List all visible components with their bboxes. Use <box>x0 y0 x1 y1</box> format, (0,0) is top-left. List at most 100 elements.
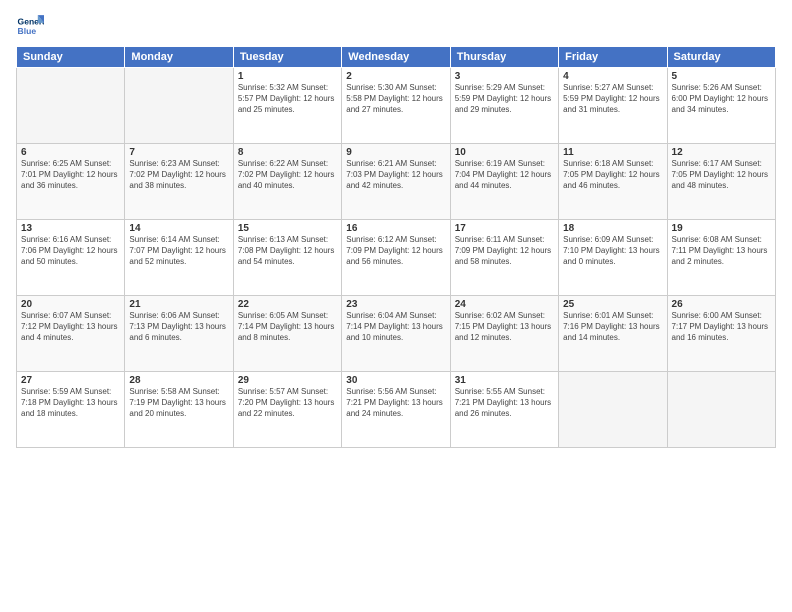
day-info: Sunrise: 6:02 AM Sunset: 7:15 PM Dayligh… <box>455 311 554 343</box>
calendar-cell: 7Sunrise: 6:23 AM Sunset: 7:02 PM Daylig… <box>125 144 233 220</box>
day-info: Sunrise: 5:29 AM Sunset: 5:59 PM Dayligh… <box>455 83 554 115</box>
calendar-cell: 8Sunrise: 6:22 AM Sunset: 7:02 PM Daylig… <box>233 144 341 220</box>
calendar-cell: 29Sunrise: 5:57 AM Sunset: 7:20 PM Dayli… <box>233 372 341 448</box>
day-info: Sunrise: 6:08 AM Sunset: 7:11 PM Dayligh… <box>672 235 771 267</box>
calendar-week-2: 6Sunrise: 6:25 AM Sunset: 7:01 PM Daylig… <box>17 144 776 220</box>
svg-text:Blue: Blue <box>18 26 37 36</box>
day-info: Sunrise: 5:59 AM Sunset: 7:18 PM Dayligh… <box>21 387 120 419</box>
calendar-cell: 2Sunrise: 5:30 AM Sunset: 5:58 PM Daylig… <box>342 68 450 144</box>
day-info: Sunrise: 6:18 AM Sunset: 7:05 PM Dayligh… <box>563 159 662 191</box>
day-number: 5 <box>672 71 771 82</box>
day-header-sunday: Sunday <box>17 47 125 68</box>
day-number: 24 <box>455 299 554 310</box>
day-info: Sunrise: 6:23 AM Sunset: 7:02 PM Dayligh… <box>129 159 228 191</box>
day-number: 27 <box>21 375 120 386</box>
logo: General Blue <box>16 12 44 40</box>
day-info: Sunrise: 6:07 AM Sunset: 7:12 PM Dayligh… <box>21 311 120 343</box>
day-number: 20 <box>21 299 120 310</box>
day-info: Sunrise: 6:05 AM Sunset: 7:14 PM Dayligh… <box>238 311 337 343</box>
day-number: 15 <box>238 223 337 234</box>
day-info: Sunrise: 6:01 AM Sunset: 7:16 PM Dayligh… <box>563 311 662 343</box>
day-number: 16 <box>346 223 445 234</box>
calendar-table: SundayMondayTuesdayWednesdayThursdayFrid… <box>16 46 776 448</box>
day-info: Sunrise: 5:30 AM Sunset: 5:58 PM Dayligh… <box>346 83 445 115</box>
day-info: Sunrise: 5:56 AM Sunset: 7:21 PM Dayligh… <box>346 387 445 419</box>
calendar-cell: 9Sunrise: 6:21 AM Sunset: 7:03 PM Daylig… <box>342 144 450 220</box>
day-number: 10 <box>455 147 554 158</box>
calendar-week-5: 27Sunrise: 5:59 AM Sunset: 7:18 PM Dayli… <box>17 372 776 448</box>
day-number: 6 <box>21 147 120 158</box>
calendar-cell <box>667 372 775 448</box>
calendar-cell: 24Sunrise: 6:02 AM Sunset: 7:15 PM Dayli… <box>450 296 558 372</box>
calendar-week-4: 20Sunrise: 6:07 AM Sunset: 7:12 PM Dayli… <box>17 296 776 372</box>
calendar-cell: 16Sunrise: 6:12 AM Sunset: 7:09 PM Dayli… <box>342 220 450 296</box>
day-number: 14 <box>129 223 228 234</box>
day-info: Sunrise: 6:17 AM Sunset: 7:05 PM Dayligh… <box>672 159 771 191</box>
calendar-cell: 31Sunrise: 5:55 AM Sunset: 7:21 PM Dayli… <box>450 372 558 448</box>
day-number: 4 <box>563 71 662 82</box>
day-info: Sunrise: 6:04 AM Sunset: 7:14 PM Dayligh… <box>346 311 445 343</box>
calendar-cell: 5Sunrise: 5:26 AM Sunset: 6:00 PM Daylig… <box>667 68 775 144</box>
day-number: 21 <box>129 299 228 310</box>
calendar-cell: 26Sunrise: 6:00 AM Sunset: 7:17 PM Dayli… <box>667 296 775 372</box>
day-header-thursday: Thursday <box>450 47 558 68</box>
calendar-cell: 11Sunrise: 6:18 AM Sunset: 7:05 PM Dayli… <box>559 144 667 220</box>
day-header-friday: Friday <box>559 47 667 68</box>
day-header-wednesday: Wednesday <box>342 47 450 68</box>
calendar-cell: 15Sunrise: 6:13 AM Sunset: 7:08 PM Dayli… <box>233 220 341 296</box>
calendar-cell: 21Sunrise: 6:06 AM Sunset: 7:13 PM Dayli… <box>125 296 233 372</box>
calendar-cell: 30Sunrise: 5:56 AM Sunset: 7:21 PM Dayli… <box>342 372 450 448</box>
calendar-cell: 6Sunrise: 6:25 AM Sunset: 7:01 PM Daylig… <box>17 144 125 220</box>
header-row: General Blue <box>16 12 776 40</box>
day-number: 29 <box>238 375 337 386</box>
day-number: 25 <box>563 299 662 310</box>
day-info: Sunrise: 6:25 AM Sunset: 7:01 PM Dayligh… <box>21 159 120 191</box>
calendar-cell: 27Sunrise: 5:59 AM Sunset: 7:18 PM Dayli… <box>17 372 125 448</box>
calendar-cell: 23Sunrise: 6:04 AM Sunset: 7:14 PM Dayli… <box>342 296 450 372</box>
day-number: 9 <box>346 147 445 158</box>
calendar-cell: 12Sunrise: 6:17 AM Sunset: 7:05 PM Dayli… <box>667 144 775 220</box>
day-number: 17 <box>455 223 554 234</box>
day-header-monday: Monday <box>125 47 233 68</box>
day-number: 1 <box>238 71 337 82</box>
day-header-tuesday: Tuesday <box>233 47 341 68</box>
day-number: 22 <box>238 299 337 310</box>
day-info: Sunrise: 6:06 AM Sunset: 7:13 PM Dayligh… <box>129 311 228 343</box>
day-info: Sunrise: 5:26 AM Sunset: 6:00 PM Dayligh… <box>672 83 771 115</box>
calendar-week-3: 13Sunrise: 6:16 AM Sunset: 7:06 PM Dayli… <box>17 220 776 296</box>
day-number: 12 <box>672 147 771 158</box>
day-info: Sunrise: 6:12 AM Sunset: 7:09 PM Dayligh… <box>346 235 445 267</box>
calendar-cell: 28Sunrise: 5:58 AM Sunset: 7:19 PM Dayli… <box>125 372 233 448</box>
day-number: 31 <box>455 375 554 386</box>
day-info: Sunrise: 6:16 AM Sunset: 7:06 PM Dayligh… <box>21 235 120 267</box>
day-number: 18 <box>563 223 662 234</box>
day-info: Sunrise: 6:22 AM Sunset: 7:02 PM Dayligh… <box>238 159 337 191</box>
day-info: Sunrise: 6:19 AM Sunset: 7:04 PM Dayligh… <box>455 159 554 191</box>
day-header-saturday: Saturday <box>667 47 775 68</box>
calendar-cell: 10Sunrise: 6:19 AM Sunset: 7:04 PM Dayli… <box>450 144 558 220</box>
day-number: 2 <box>346 71 445 82</box>
day-number: 26 <box>672 299 771 310</box>
calendar-cell: 22Sunrise: 6:05 AM Sunset: 7:14 PM Dayli… <box>233 296 341 372</box>
calendar-cell: 18Sunrise: 6:09 AM Sunset: 7:10 PM Dayli… <box>559 220 667 296</box>
day-info: Sunrise: 6:14 AM Sunset: 7:07 PM Dayligh… <box>129 235 228 267</box>
day-number: 19 <box>672 223 771 234</box>
day-number: 28 <box>129 375 228 386</box>
day-info: Sunrise: 5:27 AM Sunset: 5:59 PM Dayligh… <box>563 83 662 115</box>
calendar-cell <box>125 68 233 144</box>
calendar-cell: 3Sunrise: 5:29 AM Sunset: 5:59 PM Daylig… <box>450 68 558 144</box>
day-info: Sunrise: 5:58 AM Sunset: 7:19 PM Dayligh… <box>129 387 228 419</box>
calendar-cell: 25Sunrise: 6:01 AM Sunset: 7:16 PM Dayli… <box>559 296 667 372</box>
calendar-cell <box>17 68 125 144</box>
day-number: 13 <box>21 223 120 234</box>
calendar-cell: 17Sunrise: 6:11 AM Sunset: 7:09 PM Dayli… <box>450 220 558 296</box>
calendar-week-1: 1Sunrise: 5:32 AM Sunset: 5:57 PM Daylig… <box>17 68 776 144</box>
calendar-header-row: SundayMondayTuesdayWednesdayThursdayFrid… <box>17 47 776 68</box>
day-info: Sunrise: 6:13 AM Sunset: 7:08 PM Dayligh… <box>238 235 337 267</box>
calendar-container: General Blue SundayMondayTuesdayWednesda… <box>0 0 792 456</box>
calendar-cell <box>559 372 667 448</box>
logo-icon: General Blue <box>16 12 44 40</box>
day-number: 3 <box>455 71 554 82</box>
day-number: 23 <box>346 299 445 310</box>
calendar-cell: 19Sunrise: 6:08 AM Sunset: 7:11 PM Dayli… <box>667 220 775 296</box>
